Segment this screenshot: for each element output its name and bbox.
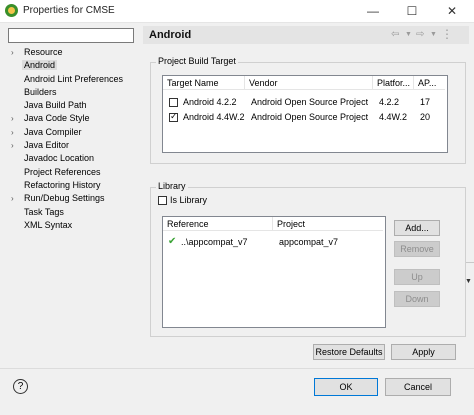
- tree-item-task-tags[interactable]: Task Tags: [8, 206, 138, 219]
- forward-dropdown-icon[interactable]: ▼: [430, 31, 437, 38]
- expand-arrow-icon[interactable]: ›: [11, 139, 14, 152]
- tree-item-xml-syntax[interactable]: XML Syntax: [8, 219, 138, 232]
- close-icon: ✕: [446, 4, 458, 18]
- tree-item-javadoc-location[interactable]: Javadoc Location: [8, 152, 138, 165]
- column-platform[interactable]: Platfor...: [373, 76, 414, 90]
- target-row-0-vendor: Android Open Source Project: [251, 97, 369, 107]
- minimize-icon: —: [367, 4, 379, 18]
- property-tree: › Resource Android Android Lint Preferences…: [8, 46, 138, 232]
- target-row-1-platform: 4.4W.2: [379, 112, 408, 122]
- tree-item-run-debug-settings[interactable]: › Run/Debug Settings: [8, 192, 138, 205]
- close-button[interactable]: ✕: [437, 0, 467, 22]
- library-row-0-reference[interactable]: ..\appcompat_v7: [181, 236, 248, 249]
- tree-item-label: Java Build Path: [24, 100, 87, 111]
- target-row-0-api: 17: [420, 97, 431, 107]
- target-row-1-name: Android 4.4W.2: [183, 112, 245, 122]
- eclipse-app-icon: [5, 4, 18, 17]
- target-row-0-platform: 4.2.2: [379, 97, 400, 107]
- window-title: Properties for CMSE: [23, 5, 115, 16]
- move-up-button[interactable]: Up: [394, 269, 440, 285]
- tree-item-builders[interactable]: Builders: [8, 86, 138, 99]
- is-library-label: Is Library: [170, 195, 208, 205]
- tree-item-label: Refactoring History: [24, 179, 101, 190]
- tree-item-java-code-style[interactable]: › Java Code Style: [8, 112, 138, 125]
- target-row-0-checkbox[interactable]: [169, 98, 178, 107]
- tree-item-label: Run/Debug Settings: [24, 193, 105, 204]
- check-ok-icon: ✔: [168, 236, 177, 247]
- tree-item-refactoring-history[interactable]: Refactoring History: [8, 179, 138, 192]
- back-dropdown-icon[interactable]: ▼: [405, 31, 412, 38]
- maximize-button[interactable]: ☐: [397, 0, 427, 22]
- tree-item-label: Android Lint Preferences: [24, 73, 124, 84]
- build-target-group-title: Project Build Target: [156, 56, 238, 66]
- tree-item-label: Java Editor: [24, 140, 70, 151]
- build-target-table: Target Name Vendor Platfor... AP... Andr…: [162, 75, 448, 153]
- expand-arrow-icon[interactable]: ›: [11, 126, 14, 139]
- library-table: Reference Project ✔ ..\appcompat_v7 appc…: [162, 216, 386, 328]
- expand-arrow-icon[interactable]: ›: [11, 46, 14, 59]
- column-project[interactable]: Project: [273, 217, 383, 231]
- back-arrow-icon[interactable]: ⇦: [391, 29, 399, 40]
- page-title: Android: [149, 29, 192, 41]
- tree-item-label: Project References: [24, 166, 101, 177]
- remove-library-button[interactable]: Remove: [394, 241, 440, 257]
- tree-item-android[interactable]: Android: [8, 59, 138, 72]
- background-window-edge: [466, 262, 474, 263]
- filter-input[interactable]: [8, 28, 134, 43]
- tree-item-label: XML Syntax: [24, 219, 73, 230]
- is-library-checkbox[interactable]: [158, 196, 167, 205]
- add-library-button[interactable]: Add...: [394, 220, 440, 236]
- target-row-1-checkbox[interactable]: [169, 111, 178, 122]
- tree-item-resource[interactable]: › Resource: [8, 46, 138, 59]
- view-menu-icon[interactable]: ⋮: [441, 27, 453, 41]
- ok-button[interactable]: OK: [314, 378, 378, 396]
- tree-item-java-build-path[interactable]: Java Build Path: [8, 99, 138, 112]
- column-reference[interactable]: Reference: [163, 217, 273, 231]
- move-down-button[interactable]: Down: [394, 291, 440, 307]
- help-icon[interactable]: ?: [13, 379, 28, 394]
- library-group-title: Library: [156, 181, 188, 191]
- tree-item-label: Resource: [24, 47, 63, 57]
- tree-item-label: Java Code Style: [24, 113, 90, 124]
- target-row-1-api: 20: [420, 112, 431, 122]
- tree-item-java-compiler[interactable]: › Java Compiler: [8, 126, 138, 139]
- column-vendor[interactable]: Vendor: [245, 76, 373, 90]
- tree-item-project-references[interactable]: Project References: [8, 166, 138, 179]
- target-row-1-vendor: Android Open Source Project: [251, 112, 369, 122]
- minimize-button[interactable]: —: [358, 0, 388, 22]
- maximize-icon: ☐: [406, 4, 418, 18]
- background-dropdown-icon: ▼: [465, 278, 472, 285]
- tree-item-android-lint-preferences[interactable]: Android Lint Preferences: [8, 73, 138, 86]
- target-row-0-name: Android 4.2.2: [183, 97, 237, 107]
- expand-arrow-icon[interactable]: ›: [11, 192, 14, 205]
- tree-item-label: Builders: [24, 86, 57, 97]
- tree-item-label: Task Tags: [24, 206, 64, 217]
- column-target-name[interactable]: Target Name: [163, 76, 245, 90]
- expand-arrow-icon[interactable]: ›: [11, 112, 14, 125]
- apply-button[interactable]: Apply: [391, 344, 456, 360]
- tree-item-label: Javadoc Location: [24, 153, 95, 164]
- column-api[interactable]: AP...: [414, 76, 445, 90]
- cancel-button[interactable]: Cancel: [385, 378, 451, 396]
- library-row-0-project[interactable]: appcompat_v7: [279, 236, 338, 249]
- tree-item-label: Android: [22, 60, 58, 71]
- tree-item-label: Java Compiler: [24, 126, 82, 137]
- forward-arrow-icon[interactable]: ⇨: [416, 29, 424, 40]
- tree-item-java-editor[interactable]: › Java Editor: [8, 139, 138, 152]
- restore-defaults-button[interactable]: Restore Defaults: [313, 344, 385, 360]
